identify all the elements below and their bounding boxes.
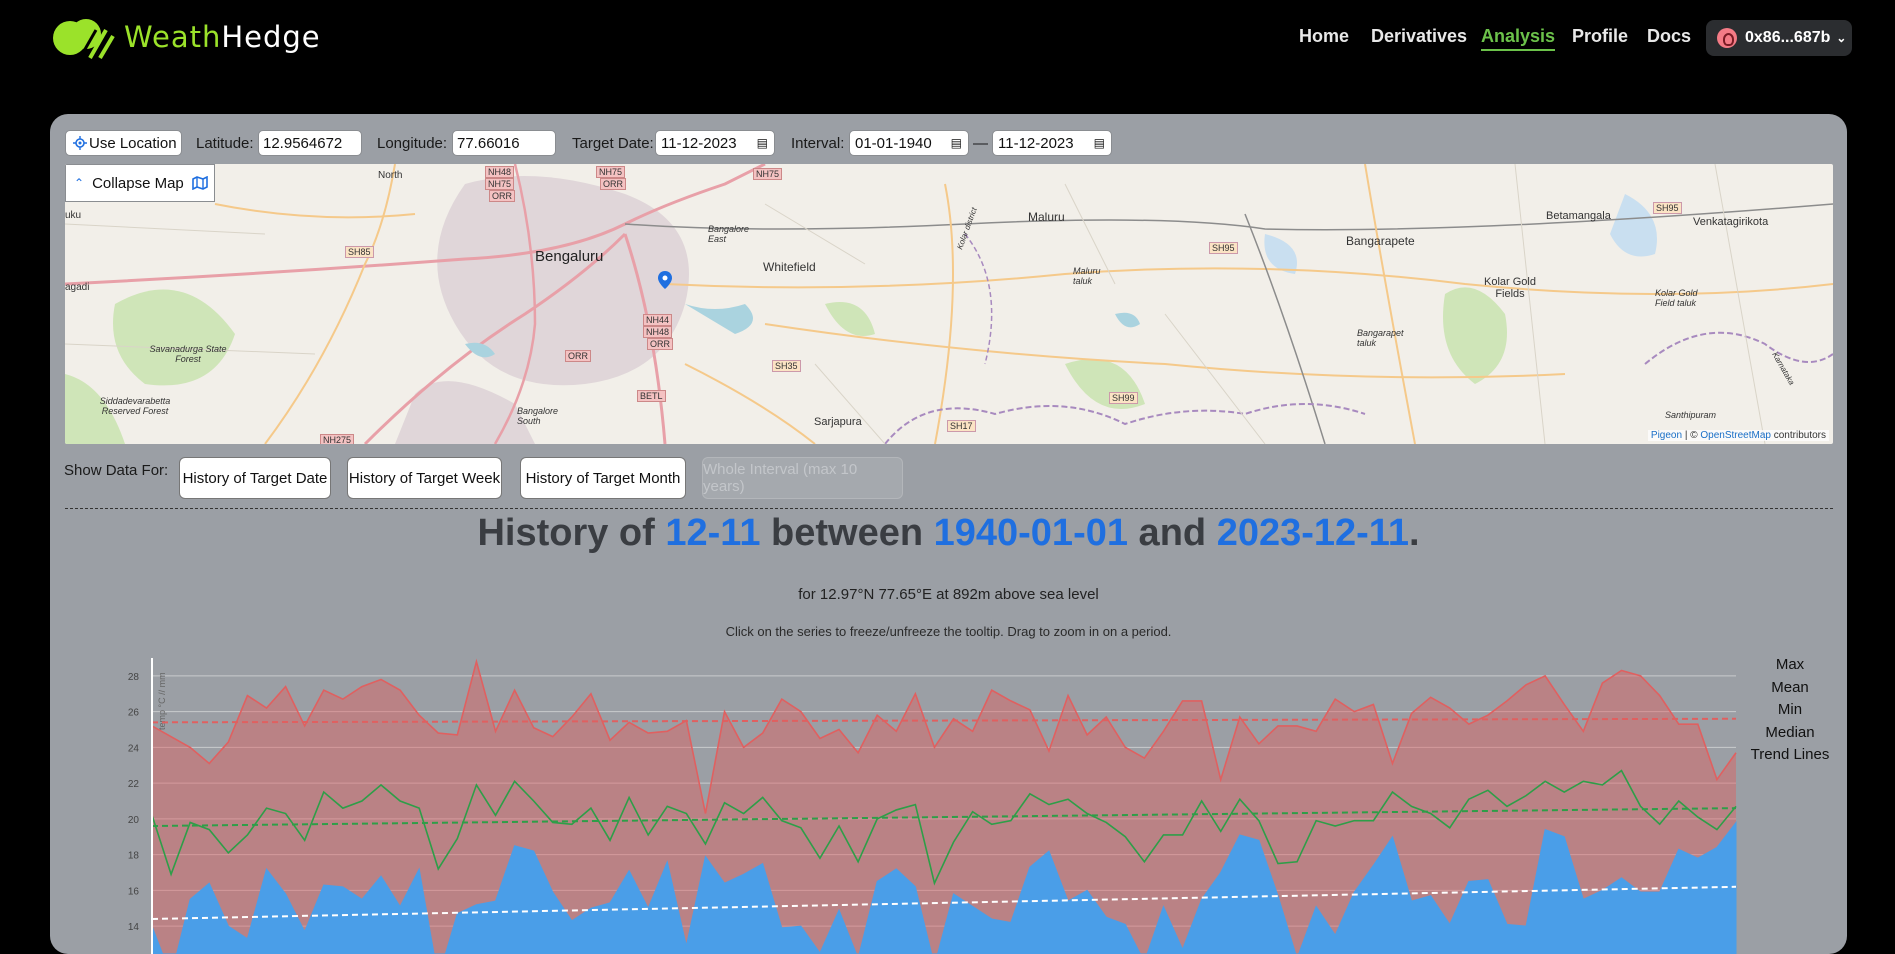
interval-start-value: 01-01-1940 [855, 134, 932, 152]
chevron-up-icon: ⌃ [74, 176, 85, 190]
history-target-week-button[interactable]: History of Target Week [347, 457, 502, 499]
y-tick-label: 16 [128, 886, 140, 897]
map-attribution: Pigeon | © OpenStreetMap contributors [1647, 430, 1829, 441]
wallet-address: 0x86...687b [1745, 29, 1831, 46]
location-controls: Use Location Latitude: 12.9564672 Longit… [65, 130, 1845, 158]
road-shield: SH95 [1653, 202, 1682, 214]
y-tick-label: 22 [128, 779, 140, 790]
analysis-panel: Use Location Latitude: 12.9564672 Longit… [50, 114, 1847, 954]
nav-profile[interactable]: Profile [1572, 26, 1628, 47]
y-tick-label: 24 [128, 743, 140, 754]
logo-text-weath: Weath [124, 20, 222, 54]
latitude-value: 12.9564672 [263, 134, 343, 152]
y-tick-label: 20 [128, 815, 140, 826]
brand-logo[interactable]: WeathHedge [50, 14, 321, 60]
section-divider [65, 508, 1833, 509]
location-marker-icon[interactable] [658, 271, 672, 289]
y-tick-label: 14 [128, 922, 140, 933]
wallet-avatar-icon [1717, 28, 1737, 48]
road-shield: NH75 [753, 168, 783, 180]
road-shield: NH44 [643, 314, 673, 326]
location-subtitle: for 12.97°N 77.65°E at 892m above sea le… [798, 586, 1099, 603]
interval-label: Interval: [791, 135, 845, 152]
y-tick-label: 26 [128, 708, 140, 719]
interval-end-input[interactable]: 11-12-2023 ▤ [992, 130, 1112, 156]
show-data-label: Show Data For: [64, 462, 169, 479]
calendar-icon[interactable]: ▤ [1094, 136, 1105, 150]
legend-min[interactable]: Min [1740, 699, 1840, 722]
road-shield: BETL [637, 390, 666, 402]
map-road-shields: NH48 NH75 ORR NH75 ORR NH75 SH85 NH44 NH… [65, 164, 1833, 444]
legend-mean[interactable]: Mean [1740, 677, 1840, 700]
nav-home[interactable]: Home [1299, 26, 1349, 47]
legend-max[interactable]: Max [1740, 654, 1840, 677]
use-location-label: Use Location [89, 134, 177, 152]
longitude-label: Longitude: [377, 135, 448, 152]
chart-legend: Max Mean Min Median Trend Lines [1740, 654, 1840, 767]
history-target-month-button[interactable]: History of Target Month [520, 457, 686, 499]
interval-separator: — [973, 135, 988, 152]
location-map[interactable]: Bengaluru Whitefield Maluru Bangarapete … [65, 164, 1833, 444]
interval-end-value: 11-12-2023 [998, 134, 1074, 152]
title-start-date: 1940-01-01 [933, 512, 1128, 554]
longitude-input[interactable]: 77.66016 [452, 130, 556, 156]
whole-interval-button: Whole Interval (max 10 years) [702, 457, 903, 499]
osm-link[interactable]: OpenStreetMap [1700, 430, 1771, 441]
crosshair-icon [73, 136, 87, 150]
legend-median[interactable]: Median [1740, 722, 1840, 745]
collapse-map-label: Collapse Map [92, 174, 184, 192]
nav-docs[interactable]: Docs [1647, 26, 1691, 47]
nav-analysis[interactable]: Analysis [1481, 26, 1556, 51]
logo-icon [53, 19, 115, 60]
road-shield: ORR [565, 350, 591, 362]
title-part: between [760, 512, 934, 554]
nav-derivatives[interactable]: Derivatives [1371, 26, 1467, 47]
attribution-separator: | © [1682, 430, 1701, 441]
wallet-button[interactable]: 0x86...687b ⌄ [1706, 20, 1852, 56]
longitude-value: 77.66016 [457, 134, 520, 152]
title-end-date: 2023-12-11 [1216, 512, 1409, 554]
history-chart[interactable]: 1416182022242628 temp °C // mm [60, 654, 1740, 954]
collapse-map-button[interactable]: ⌃ Collapse Map [65, 164, 215, 202]
road-shield: NH275 [320, 434, 355, 444]
chevron-down-icon: ⌄ [1836, 31, 1847, 45]
title-part: History of [477, 512, 666, 554]
map-icon [191, 176, 208, 190]
legend-trend-lines[interactable]: Trend Lines [1740, 744, 1840, 767]
latitude-input[interactable]: 12.9564672 [258, 130, 362, 156]
chart-hint: Click on the series to freeze/unfreeze t… [725, 624, 1172, 639]
road-shield: SH35 [772, 360, 801, 372]
y-tick-label: 28 [128, 672, 140, 683]
title-part: . [1408, 512, 1420, 554]
road-shield: ORR [647, 338, 673, 350]
logo-text-hedge: Hedge [221, 20, 321, 54]
pigeon-link[interactable]: Pigeon [1651, 430, 1682, 441]
road-shield: NH48 [643, 326, 673, 338]
latitude-label: Latitude: [196, 135, 254, 152]
target-date-label: Target Date: [572, 135, 654, 152]
history-target-date-button[interactable]: History of Target Date [179, 457, 331, 499]
y-tick-label: 18 [128, 851, 140, 862]
attribution-tail: contributors [1770, 430, 1826, 441]
target-date-input[interactable]: 11-12-2023 ▤ [655, 130, 775, 156]
calendar-icon[interactable]: ▤ [951, 136, 962, 150]
use-location-button[interactable]: Use Location [65, 130, 182, 156]
road-shield: NH48 [485, 166, 515, 178]
road-shield: NH75 [596, 166, 626, 178]
title-part: and [1128, 512, 1217, 554]
road-shield: SH17 [947, 420, 976, 432]
road-shield: ORR [600, 178, 626, 190]
calendar-icon[interactable]: ▤ [757, 136, 768, 150]
road-shield: SH99 [1109, 392, 1138, 404]
interval-start-input[interactable]: 01-01-1940 ▤ [849, 130, 969, 156]
road-shield: SH85 [345, 246, 374, 258]
target-date-value: 11-12-2023 [661, 134, 737, 152]
title-target-date: 12-11 [665, 512, 761, 554]
road-shield: ORR [489, 190, 515, 202]
chart-title: History of 12-11 between 1940-01-01 and … [50, 512, 1847, 555]
road-shield: NH75 [485, 178, 515, 190]
road-shield: SH95 [1209, 242, 1238, 254]
